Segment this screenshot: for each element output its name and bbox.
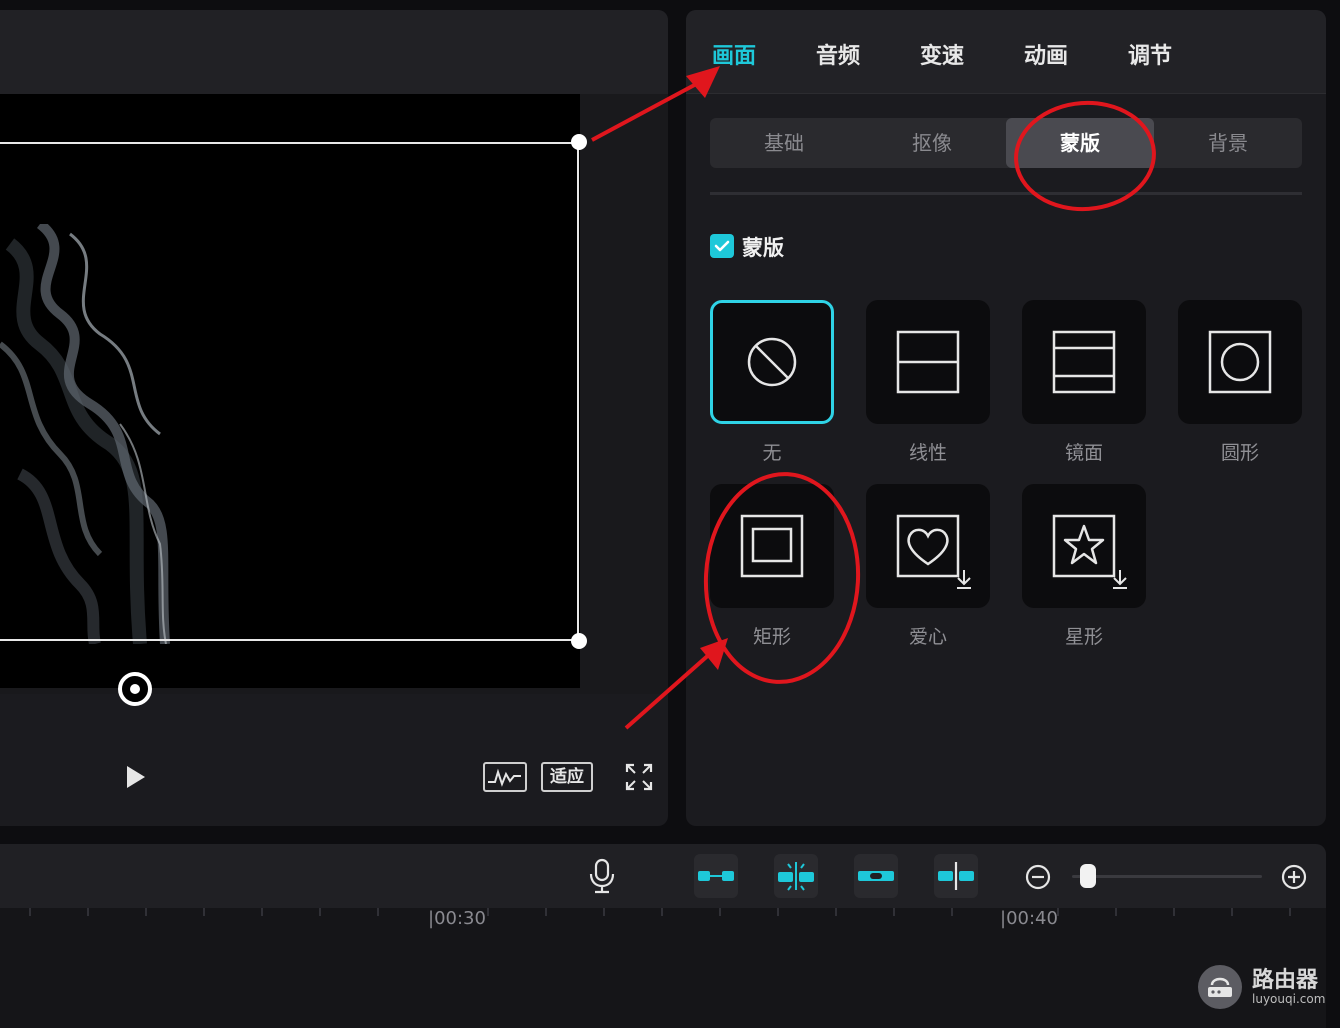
mask-tile bbox=[1178, 300, 1302, 424]
ruler-label: |00:40 bbox=[1000, 908, 1058, 929]
linear-mask-icon bbox=[896, 330, 960, 394]
watermark-url: luyouqi.com bbox=[1252, 992, 1326, 1006]
time-ruler[interactable]: |00:30 |00:40 bbox=[0, 908, 1326, 1028]
checkmark-icon bbox=[714, 240, 730, 252]
zoom-out-button[interactable] bbox=[1024, 863, 1052, 891]
zoom-out-icon bbox=[1025, 864, 1051, 890]
heart-mask-icon bbox=[896, 514, 971, 589]
mirror-mask-icon bbox=[1052, 330, 1116, 394]
split-preview-button[interactable] bbox=[934, 854, 978, 898]
mask-option-rectangle[interactable]: 矩形 bbox=[710, 484, 834, 649]
properties-panel: 画面 音频 变速 动画 调节 基础 抠像 蒙版 背景 蒙版 无 线性 镜面 圆形… bbox=[686, 10, 1326, 826]
ruler-label: |00:30 bbox=[428, 908, 486, 929]
circle-mask-icon bbox=[1208, 330, 1272, 394]
mask-label: 矩形 bbox=[752, 626, 791, 648]
mask-tile bbox=[866, 300, 990, 424]
rectangle-mask-icon bbox=[740, 514, 804, 578]
mask-label: 镜面 bbox=[1064, 442, 1103, 464]
mask-tile bbox=[1022, 300, 1146, 424]
zoom-in-icon bbox=[1281, 864, 1307, 890]
fit-ratio-button[interactable]: 适应 bbox=[541, 762, 593, 792]
play-button[interactable] bbox=[120, 762, 150, 792]
mask-tile bbox=[710, 300, 834, 424]
subtab-background[interactable]: 背景 bbox=[1154, 118, 1302, 168]
mask-option-star[interactable]: 星形 bbox=[1022, 484, 1146, 649]
tab-animation[interactable]: 动画 bbox=[1024, 38, 1068, 70]
picture-subtabs: 基础 抠像 蒙版 背景 bbox=[710, 118, 1302, 168]
mask-option-mirror[interactable]: 镜面 bbox=[1022, 300, 1146, 465]
mask-checkbox-label: 蒙版 bbox=[742, 236, 784, 260]
tab-picture[interactable]: 画面 bbox=[712, 38, 756, 70]
none-icon bbox=[747, 337, 797, 387]
mask-label: 星形 bbox=[1064, 626, 1103, 648]
mask-tile bbox=[1022, 484, 1146, 608]
microphone-icon bbox=[589, 858, 615, 894]
waveform-button[interactable] bbox=[483, 762, 527, 792]
subtab-mask[interactable]: 蒙版 bbox=[1006, 118, 1154, 168]
resize-handle-top-right[interactable] bbox=[571, 134, 587, 150]
preview-panel: 适应 bbox=[0, 10, 668, 826]
watermark-name: 路由器 bbox=[1252, 968, 1319, 993]
link-clip-button[interactable] bbox=[694, 854, 738, 898]
mask-checkbox[interactable] bbox=[710, 234, 734, 258]
mask-label: 爱心 bbox=[908, 626, 947, 648]
subtab-cutout[interactable]: 抠像 bbox=[858, 118, 1006, 168]
mask-label: 无 bbox=[762, 442, 782, 464]
preview-canvas bbox=[0, 94, 668, 706]
tab-adjust[interactable]: 调节 bbox=[1128, 38, 1172, 70]
mask-option-circle[interactable]: 圆形 bbox=[1178, 300, 1302, 465]
mask-option-linear[interactable]: 线性 bbox=[866, 300, 990, 465]
rotate-handle[interactable] bbox=[118, 672, 152, 706]
auto-snap-button[interactable] bbox=[774, 854, 818, 898]
editor-window: 适应 画面 音频 变速 动画 调节 基础 抠像 蒙版 背景 蒙版 无 线性 镜面… bbox=[0, 0, 1340, 1028]
selection-box[interactable] bbox=[0, 142, 579, 641]
fullscreen-icon bbox=[625, 763, 653, 791]
timeline-toolbar bbox=[0, 844, 1326, 908]
fullscreen-button[interactable] bbox=[624, 762, 654, 792]
tab-speed[interactable]: 变速 bbox=[920, 38, 964, 70]
preview-header bbox=[0, 10, 668, 94]
router-logo-icon bbox=[1198, 965, 1242, 1009]
auto-snap-icon bbox=[778, 862, 814, 891]
link-clip-icon bbox=[698, 871, 734, 881]
zoom-in-button[interactable] bbox=[1280, 863, 1308, 891]
subtab-basic[interactable]: 基础 bbox=[710, 118, 858, 168]
play-icon bbox=[127, 766, 145, 788]
resize-handle-bottom-right[interactable] bbox=[571, 633, 587, 649]
mask-tile bbox=[866, 484, 990, 608]
mask-option-none[interactable]: 无 bbox=[710, 300, 834, 465]
mask-label: 线性 bbox=[908, 442, 947, 464]
mask-option-heart[interactable]: 爱心 bbox=[866, 484, 990, 649]
zoom-slider-track[interactable] bbox=[1072, 875, 1262, 878]
section-divider bbox=[710, 192, 1302, 195]
linkage-icon bbox=[858, 871, 894, 881]
watermark: 路由器 luyouqi.com bbox=[1198, 962, 1330, 1012]
tab-audio[interactable]: 音频 bbox=[816, 38, 860, 70]
mask-label: 圆形 bbox=[1220, 442, 1259, 464]
star-mask-icon bbox=[1052, 514, 1127, 589]
mask-tile bbox=[710, 484, 834, 608]
properties-tabs: 画面 音频 变速 动画 调节 bbox=[686, 10, 1326, 94]
split-preview-icon bbox=[938, 862, 974, 890]
waveform-icon bbox=[488, 768, 521, 787]
zoom-slider-handle[interactable] bbox=[1080, 864, 1096, 888]
ruler-ticks bbox=[29, 908, 1291, 916]
linkage-button[interactable] bbox=[854, 854, 898, 898]
record-voice-button[interactable] bbox=[588, 858, 616, 894]
